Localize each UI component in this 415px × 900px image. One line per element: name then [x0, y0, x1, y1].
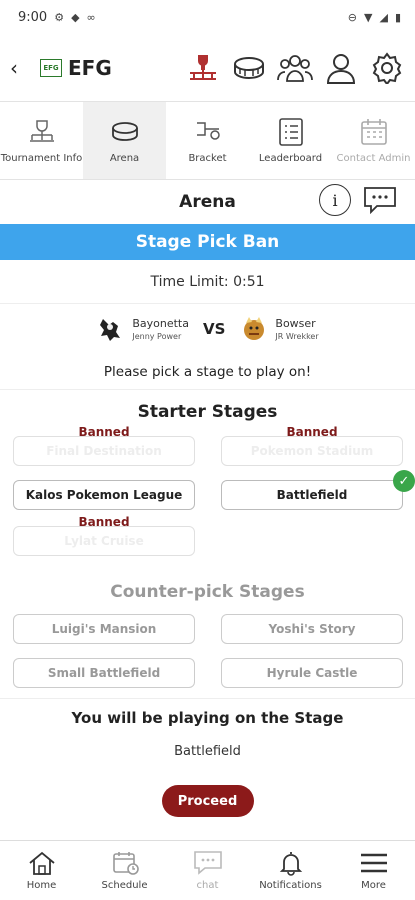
nav-label: Notifications — [259, 880, 322, 891]
game-status-icon: ◆ — [71, 10, 80, 24]
tab-label: Arena — [109, 153, 140, 164]
tab-label: Leaderboard — [258, 153, 323, 164]
player-two-name: JR Wrekker — [275, 332, 319, 341]
time-limit: Time Limit: 0:51 — [0, 260, 415, 304]
stage-button-selected[interactable]: Battlefield — [221, 480, 403, 510]
nav-more[interactable]: More — [332, 841, 415, 900]
chat-icon — [193, 851, 222, 875]
stage-button: Hyrule Castle — [221, 658, 403, 688]
stage-button: Lylat Cruise — [13, 526, 195, 556]
bracket-icon — [196, 122, 220, 140]
battery-status-icon: ▮ — [394, 10, 401, 24]
page-title-row: Arena i — [0, 180, 415, 224]
dnd-status-icon: ⊖ — [347, 10, 357, 24]
tab-tournament-info[interactable]: Tournament Info — [0, 102, 83, 179]
stage-item: Kalos Pokemon League — [13, 480, 195, 510]
player-one-character: Bayonetta — [132, 317, 189, 330]
stage-button: Final Destination — [13, 436, 195, 466]
nav-home[interactable]: Home — [0, 841, 83, 900]
nav-label: chat — [196, 880, 219, 891]
teams-icon[interactable] — [277, 50, 313, 86]
bowser-avatar — [239, 314, 269, 344]
tab-arena[interactable]: Arena — [83, 102, 166, 179]
stage-item: Battlefield ✓ — [221, 470, 415, 510]
tab-leaderboard[interactable]: Leaderboard — [249, 102, 332, 179]
tab-bar: Tournament Info Arena Bracket Leaderboar… — [0, 102, 415, 180]
status-bar: 9:00 ⚙ ◆ ∞ ⊖ ▼ ◢ ▮ — [0, 0, 415, 34]
bayonetta-avatar — [96, 314, 126, 344]
player-two: Bowser JR Wrekker — [239, 314, 319, 344]
settings-status-icon: ⚙ — [54, 10, 65, 24]
result-block: You will be playing on the Stage Battlef… — [0, 698, 415, 817]
selected-stage: Battlefield — [174, 743, 241, 759]
stage-item: Banned Lylat Cruise — [13, 515, 195, 556]
stage-button[interactable]: Kalos Pokemon League — [13, 480, 195, 510]
stage-button: Small Battlefield — [13, 658, 195, 688]
schedule-icon — [112, 852, 139, 875]
nav-schedule[interactable]: Schedule — [83, 841, 166, 900]
tournament-icon[interactable] — [185, 50, 221, 86]
counterpick-stage-grid: Luigi's Mansion Yoshi's Story Small Batt… — [0, 614, 415, 688]
back-arrow-icon[interactable]: ‹ — [10, 56, 32, 80]
starter-stage-grid: Banned Final Destination Banned Pokemon … — [0, 425, 415, 556]
link-status-icon: ∞ — [86, 10, 96, 24]
signal-status-icon: ◢ — [379, 10, 388, 24]
status-time: 9:00 — [18, 9, 48, 25]
instruction-text: Please pick a stage to play on! — [0, 354, 415, 390]
player-two-character: Bowser — [275, 317, 316, 330]
tab-label: Tournament Info — [0, 153, 83, 164]
player-one-name: Jenny Power — [132, 332, 182, 341]
info-icon[interactable]: i — [319, 184, 351, 216]
stage-item: Banned Final Destination — [13, 425, 195, 466]
bell-icon — [279, 852, 302, 876]
tab-contact-admin[interactable]: Contact Admin — [332, 102, 415, 179]
stage-pick-ban-banner: Stage Pick Ban — [0, 224, 415, 260]
vs-label: VS — [202, 320, 226, 338]
matchup: Bayonetta Jenny Power VS Bowser JR Wrekk… — [0, 304, 415, 354]
list-icon — [278, 118, 303, 146]
app-header: ‹ EFG EFG — [0, 34, 415, 102]
tab-bracket[interactable]: Bracket — [166, 102, 249, 179]
banned-label: Banned — [78, 515, 130, 529]
nav-notifications[interactable]: Notifications — [249, 841, 332, 900]
stage-button: Pokemon Stadium — [221, 436, 403, 466]
player-one: Bayonetta Jenny Power — [96, 314, 189, 344]
banned-label: Banned — [286, 425, 338, 439]
chat-bubble-icon[interactable] — [363, 186, 397, 215]
nav-chat[interactable]: chat — [166, 841, 249, 900]
page-title: Arena — [179, 192, 236, 212]
wifi-status-icon: ▼ — [364, 10, 373, 24]
nav-label: Schedule — [101, 880, 148, 891]
arena-icon[interactable] — [231, 50, 267, 86]
home-icon — [28, 851, 55, 875]
stage-button: Yoshi's Story — [221, 614, 403, 644]
stadium-icon — [111, 122, 138, 141]
calendar-icon — [360, 119, 387, 145]
app-title: EFG — [68, 55, 112, 80]
counterpick-stages-title: Counter-pick Stages — [110, 582, 305, 602]
tab-label: Bracket — [188, 153, 227, 164]
proceed-button[interactable]: Proceed — [161, 785, 254, 817]
banned-label: Banned — [78, 425, 130, 439]
nav-label: Home — [26, 880, 57, 891]
efg-logo: EFG — [40, 58, 62, 77]
settings-icon[interactable] — [369, 50, 405, 86]
checkmark-icon: ✓ — [393, 470, 415, 492]
stage-button: Luigi's Mansion — [13, 614, 195, 644]
bracket-tree-icon — [29, 120, 54, 142]
nav-label: More — [361, 880, 386, 891]
result-title: You will be playing on the Stage — [71, 709, 344, 727]
hamburger-menu-icon — [360, 853, 387, 873]
tab-label: Contact Admin — [336, 153, 411, 164]
stage-item: Banned Pokemon Stadium — [221, 425, 403, 466]
profile-icon[interactable] — [323, 50, 359, 86]
bottom-nav: Home Schedule chat Notifications More — [0, 840, 415, 900]
